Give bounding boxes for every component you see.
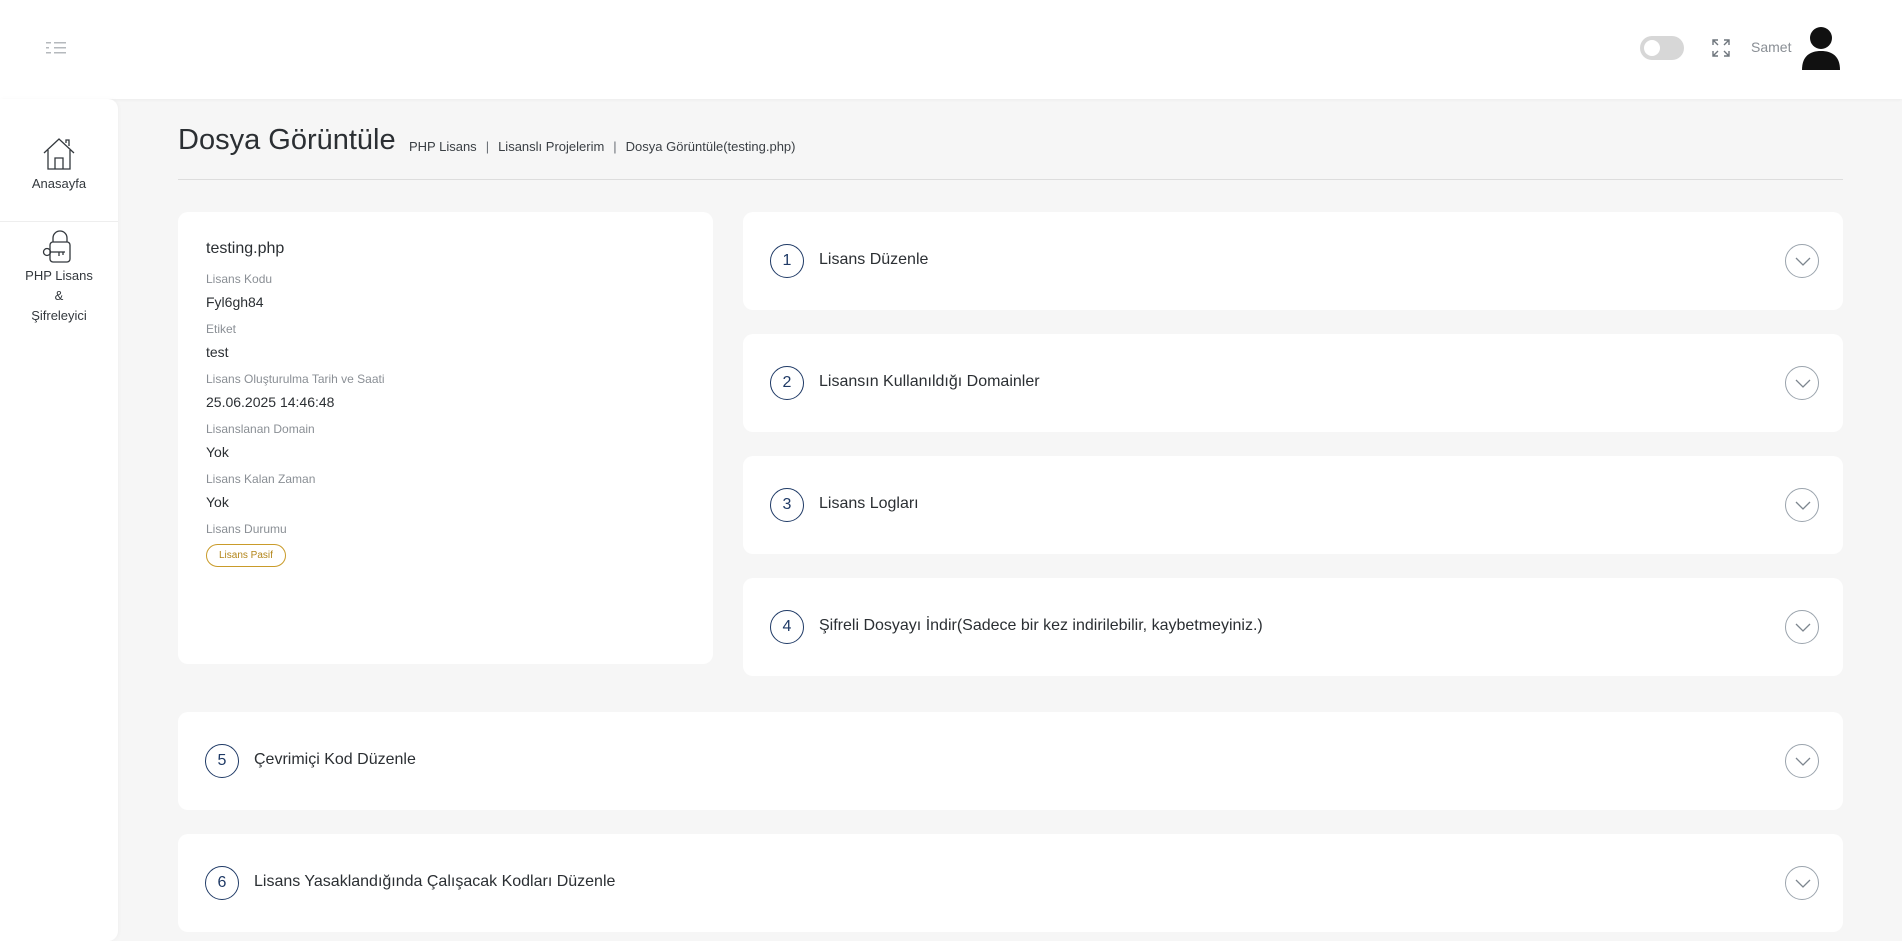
field-label-remaining-time: Lisans Kalan Zaman — [206, 472, 316, 486]
toggle-knob — [1644, 40, 1660, 56]
breadcrumb-item-php-lisans[interactable]: PHP Lisans — [409, 139, 477, 154]
field-label-status: Lisans Durumu — [206, 522, 287, 536]
accordion-title: Çevrimiçi Kod Düzenle — [254, 751, 416, 768]
user-avatar-icon[interactable] — [1800, 26, 1842, 72]
header-divider — [178, 179, 1843, 180]
accordion-title: Lisans Düzenle — [819, 251, 929, 268]
step-number: 3 — [770, 488, 804, 522]
field-label-created-at: Lisans Oluşturulma Tarih ve Saati — [206, 372, 385, 386]
menu-toggle-icon[interactable] — [44, 38, 70, 58]
license-info-card: testing.php Lisans Kodu Fyl6gh84 Etiket … — [178, 212, 713, 664]
step-number: 2 — [770, 366, 804, 400]
field-label-domain: Lisanslanan Domain — [206, 422, 315, 436]
chevron-down-icon[interactable] — [1785, 244, 1819, 278]
theme-toggle[interactable] — [1640, 36, 1684, 60]
fullscreen-icon[interactable] — [1710, 37, 1732, 59]
sidebar-item-php-lisans[interactable]: PHP Lisans & Şifreleyici — [0, 230, 118, 326]
chevron-down-icon[interactable] — [1785, 610, 1819, 644]
chevron-down-icon[interactable] — [1785, 744, 1819, 778]
breadcrumb: PHP Lisans | Lisanslı Projelerim | Dosya Gör… — [409, 139, 795, 154]
sidebar-item-label-2: & — [54, 288, 64, 303]
user-name[interactable]: Samet — [1751, 39, 1791, 55]
accordion-title: Lisansın Kullanıldığı Domainler — [819, 373, 1040, 390]
page-title: Dosya Görüntüle — [178, 124, 396, 156]
top-bar: Samet — [0, 0, 1902, 99]
chevron-down-icon[interactable] — [1785, 488, 1819, 522]
accordion-banned-code-edit[interactable]: 6 Lisans Yasaklandığında Çalışacak Kodla… — [178, 834, 1843, 932]
field-label-tag: Etiket — [206, 322, 237, 336]
accordion-title: Şifreli Dosyayı İndir(Sadece bir kez ind… — [819, 617, 1263, 634]
sidebar-item-label-3: Şifreleyici — [31, 308, 87, 323]
step-number: 5 — [205, 744, 239, 778]
sidebar-item-home[interactable]: Anasayfa — [0, 136, 118, 222]
field-value-tag: test — [206, 344, 229, 360]
step-number: 1 — [770, 244, 804, 278]
accordion-online-code-edit[interactable]: 5 Çevrimiçi Kod Düzenle — [178, 712, 1843, 810]
field-value-domain: Yok — [206, 444, 229, 460]
status-badge: Lisans Pasif — [206, 544, 286, 567]
chevron-down-icon[interactable] — [1785, 866, 1819, 900]
accordion-license-logs[interactable]: 3 Lisans Logları — [743, 456, 1843, 554]
breadcrumb-separator: | — [613, 139, 617, 154]
file-name: testing.php — [206, 240, 285, 257]
field-value-remaining-time: Yok — [206, 494, 229, 510]
home-icon — [43, 138, 75, 170]
breadcrumb-item-projects[interactable]: Lisanslı Projelerim — [498, 139, 604, 154]
breadcrumb-item-current: Dosya Görüntüle(testing.php) — [625, 139, 796, 154]
sidebar-item-label-1: PHP Lisans — [25, 268, 93, 283]
breadcrumb-separator: | — [485, 139, 490, 154]
field-label-license-code: Lisans Kodu — [206, 272, 273, 286]
step-number: 4 — [770, 610, 804, 644]
sidebar: Anasayfa PHP Lisans & Şifreleyici — [0, 99, 118, 941]
chevron-down-icon[interactable] — [1785, 366, 1819, 400]
accordion-license-edit[interactable]: 1 Lisans Düzenle — [743, 212, 1843, 310]
sidebar-item-label: Anasayfa — [31, 176, 87, 191]
field-value-created-at: 25.06.2025 14:46:48 — [206, 394, 335, 410]
accordion-title: Lisans Yasaklandığında Çalışacak Kodları… — [254, 873, 616, 890]
field-value-license-code: Fyl6gh84 — [206, 294, 264, 310]
accordion-license-domains[interactable]: 2 Lisansın Kullanıldığı Domainler — [743, 334, 1843, 432]
lock-key-icon — [42, 230, 71, 263]
step-number: 6 — [205, 866, 239, 900]
accordion-download-encrypted[interactable]: 4 Şifreli Dosyayı İndir(Sadece bir kez i… — [743, 578, 1843, 676]
accordion-title: Lisans Logları — [819, 495, 919, 512]
